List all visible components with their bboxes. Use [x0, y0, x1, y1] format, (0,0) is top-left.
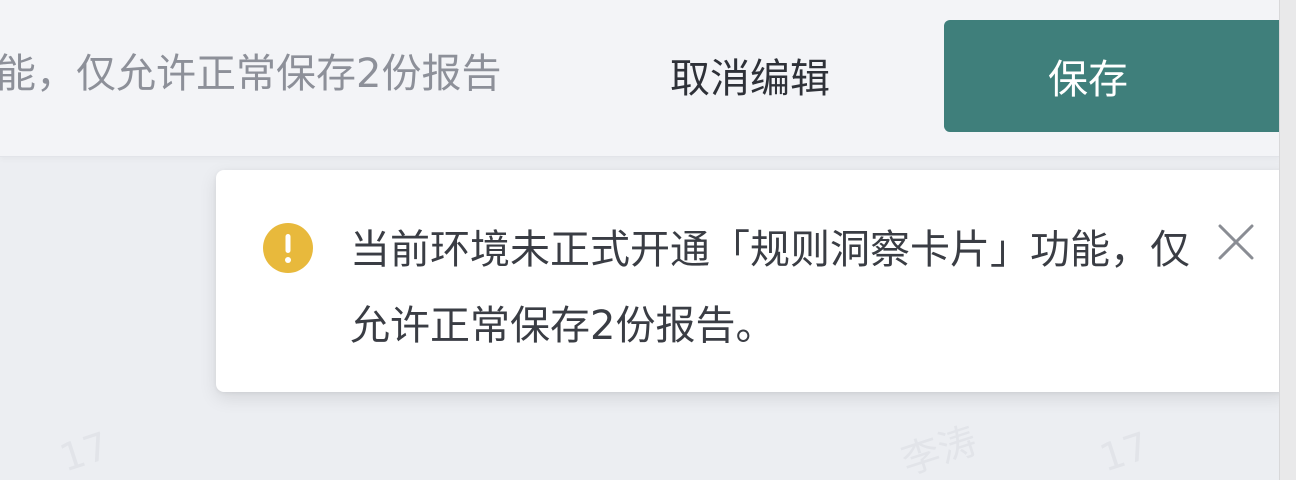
warning-icon	[262, 222, 314, 274]
notification-message: 当前环境未正式开通「规则洞察卡片」功能，仅允许正常保存2份报告。	[350, 227, 1190, 349]
watermark-text: 17	[54, 423, 114, 480]
close-notification-button[interactable]	[1216, 222, 1256, 262]
page: 能，仅允许正常保存2份报告 取消编辑 保存 何宇鹏 4184 李涛 17 17 …	[0, 0, 1296, 480]
save-button[interactable]: 保存	[944, 20, 1288, 132]
watermark-text: 17	[1094, 423, 1154, 480]
cancel-edit-button[interactable]: 取消编辑	[640, 30, 860, 120]
close-icon	[1216, 224, 1256, 265]
save-limit-hint: 能，仅允许正常保存2份报告	[0, 51, 502, 97]
watermark-text: 李涛	[896, 418, 983, 480]
scrollbar[interactable]	[1279, 0, 1296, 480]
warning-notification: 当前环境未正式开通「规则洞察卡片」功能，仅允许正常保存2份报告。	[216, 170, 1286, 392]
editor-toolbar: 能，仅允许正常保存2份报告 取消编辑 保存	[0, 0, 1288, 157]
